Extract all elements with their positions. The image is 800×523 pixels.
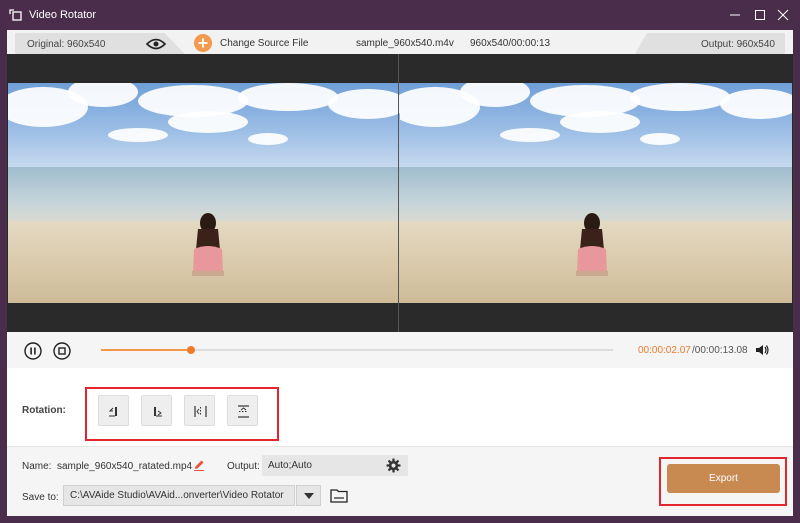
folder-icon[interactable] <box>330 488 348 503</box>
progress-handle[interactable] <box>187 346 196 354</box>
rotate-icon <box>9 9 22 21</box>
volume-icon[interactable] <box>755 343 769 357</box>
flip-horizontal-button[interactable] <box>184 395 215 426</box>
flip-vertical-icon <box>238 405 249 418</box>
eye-icon[interactable] <box>146 38 166 50</box>
preview-divider <box>398 54 399 332</box>
title-bar: Video Rotator <box>0 0 800 30</box>
export-button[interactable]: Export <box>667 464 780 493</box>
playback-bar: 00:00:02.07 /00:00:13.08 <box>7 332 793 368</box>
original-preview <box>8 83 400 303</box>
person-figure <box>192 213 224 276</box>
rotation-panel: Rotation: <box>7 368 793 446</box>
main-window: Original: 960x540 Change Source File sam… <box>7 30 793 516</box>
output-resolution: Output: 960x540 <box>701 39 775 50</box>
output-preview <box>400 83 792 303</box>
rotate-right-button[interactable] <box>141 395 172 426</box>
progress-fill <box>101 349 192 351</box>
name-label: Name: <box>22 461 52 472</box>
total-time: /00:00:13.08 <box>692 345 748 356</box>
output-file-name: sample_960x540_ratated.mp4 <box>57 461 193 472</box>
source-file-name: sample_960x540.m4v <box>356 38 454 49</box>
add-source-icon[interactable] <box>194 34 212 52</box>
source-file-info: 960x540/00:00:13 <box>470 38 551 49</box>
stop-icon[interactable] <box>53 342 71 360</box>
output-settings-panel: Name: sample_960x540_ratated.mp4 Output:… <box>7 446 793 516</box>
output-format-field[interactable]: Auto;Auto <box>262 455 408 476</box>
progress-slider[interactable] <box>101 346 613 354</box>
flip-vertical-button[interactable] <box>227 395 258 426</box>
edit-icon[interactable] <box>193 459 205 471</box>
rotate-left-button[interactable] <box>98 395 129 426</box>
output-format-value: Auto;Auto <box>268 460 312 471</box>
maximize-icon[interactable] <box>750 6 770 24</box>
output-label: Output: <box>227 461 260 472</box>
flip-horizontal-icon <box>194 406 207 417</box>
save-path-dropdown[interactable] <box>296 485 321 506</box>
rotate-right-icon <box>154 407 162 417</box>
save-to-label: Save to: <box>22 492 59 503</box>
save-path-field[interactable]: C:\AVAide Studio\AVAid...onverter\Video … <box>63 485 295 506</box>
person-figure <box>576 213 608 276</box>
minimize-icon[interactable] <box>725 6 745 24</box>
gear-icon[interactable] <box>386 458 401 473</box>
rotate-left-icon <box>108 407 117 417</box>
chevron-down-icon <box>304 493 314 499</box>
video-preview-area <box>7 54 793 332</box>
window-title: Video Rotator <box>29 9 97 21</box>
pause-icon[interactable] <box>24 342 42 360</box>
info-bar: Original: 960x540 Change Source File sam… <box>7 30 793 54</box>
rotation-label: Rotation: <box>22 405 66 416</box>
current-time: 00:00:02.07 <box>638 345 691 356</box>
change-source-button[interactable]: Change Source File <box>220 38 308 49</box>
save-path-value: C:\AVAide Studio\AVAid...onverter\Video … <box>70 490 284 501</box>
close-icon[interactable] <box>773 6 793 24</box>
original-resolution: Original: 960x540 <box>27 39 106 50</box>
